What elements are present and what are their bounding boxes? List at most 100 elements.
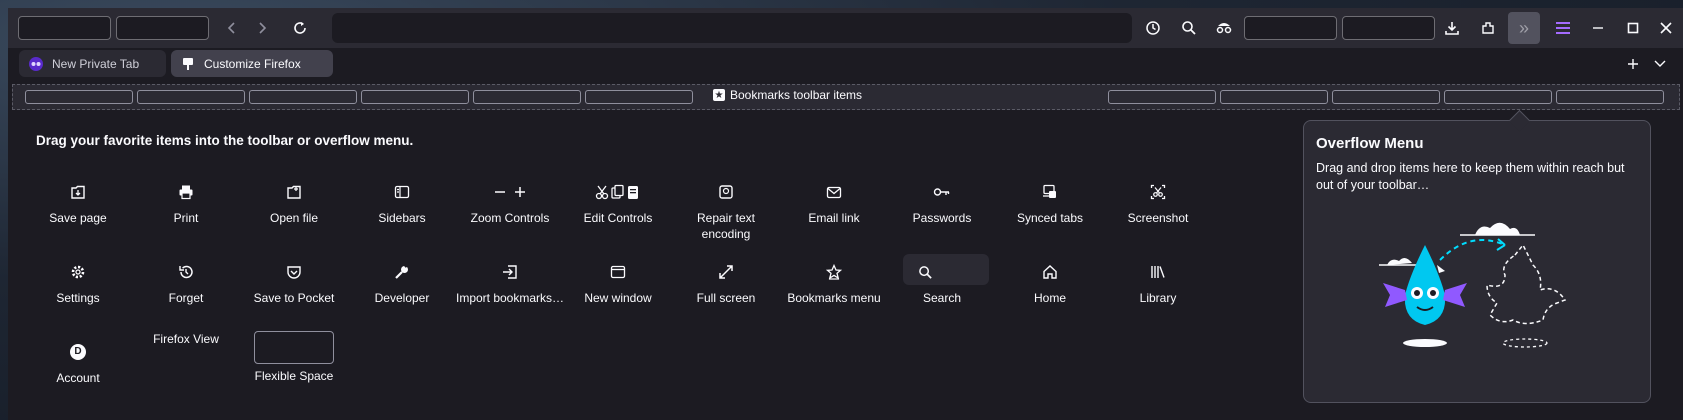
open-file-icon (239, 181, 349, 203)
item-label: Synced tabs (1016, 211, 1084, 225)
browser-window: » New Private Tab Customize Firefox ★ Bo… (0, 0, 1683, 420)
palette-item-library[interactable]: Library (1103, 261, 1213, 306)
palette-item-sidebars[interactable]: Sidebars (347, 181, 457, 226)
forward-icon[interactable] (250, 16, 274, 40)
palette-title: Drag your favorite items into the toolba… (36, 133, 414, 148)
item-label: Save page (49, 211, 107, 225)
palette-item-new-window[interactable]: New window (563, 261, 673, 306)
bookmark-placeholder[interactable] (25, 90, 133, 104)
maximize-icon[interactable] (1621, 16, 1645, 40)
palette-item-email-link[interactable]: Email link (779, 181, 889, 226)
palette-item-search[interactable]: Search (887, 261, 997, 306)
private-mask-icon (29, 56, 43, 71)
tab-new-private[interactable]: New Private Tab (19, 50, 166, 77)
bookmarks-toolbar-items[interactable]: ★ Bookmarks toolbar items (713, 88, 862, 102)
overflow-chevron-icon[interactable]: » (1508, 12, 1540, 44)
item-label: Edit Controls (583, 211, 653, 225)
toolbar-placeholder[interactable] (18, 16, 111, 40)
reload-icon[interactable] (288, 16, 312, 40)
new-tab-icon[interactable] (1621, 52, 1645, 76)
palette-item-forget[interactable]: Forget (131, 261, 241, 306)
toolbar-placeholder[interactable] (116, 16, 209, 40)
item-label: Firefox View (153, 332, 219, 346)
bookmark-placeholder[interactable] (361, 90, 469, 104)
item-label: Forget (168, 291, 204, 305)
bookmark-placeholder[interactable] (249, 90, 357, 104)
tab-strip: New Private Tab Customize Firefox (8, 48, 1683, 80)
zoom-icon (455, 181, 565, 203)
bookmarks-menu-icon (779, 261, 889, 283)
item-label: Zoom Controls (470, 211, 550, 225)
extensions-icon[interactable] (1476, 16, 1500, 40)
palette-item-save-to-pocket[interactable]: Save to Pocket (239, 261, 349, 306)
palette-item-repair-text-encoding[interactable]: Repair text encoding (671, 181, 781, 242)
bookmark-placeholder[interactable] (585, 90, 693, 104)
palette-item-firefox-view[interactable]: Firefox View (131, 331, 241, 347)
palette-item-zoom-controls[interactable]: Zoom Controls (455, 181, 565, 226)
url-bar[interactable] (332, 13, 1132, 43)
item-label: Import bookmarks… (455, 291, 565, 305)
bookmarks-toolbar: ★ Bookmarks toolbar items (12, 84, 1680, 110)
toolbar-placeholder[interactable] (1342, 16, 1435, 40)
palette-item-save-page[interactable]: Save page (23, 181, 133, 226)
search-icon[interactable] (1177, 16, 1201, 40)
overflow-menu-title: Overflow Menu (1316, 135, 1424, 152)
item-label: Bookmarks menu (787, 291, 881, 305)
menu-icon[interactable] (1551, 16, 1575, 40)
item-label: Full screen (696, 291, 756, 305)
palette-item-edit-controls[interactable]: Edit Controls (563, 181, 673, 226)
downloads-icon[interactable] (1440, 16, 1464, 40)
bookmark-placeholder[interactable] (473, 90, 581, 104)
minimize-icon[interactable] (1586, 16, 1610, 40)
bookmark-placeholder[interactable] (137, 90, 245, 104)
import-icon (455, 261, 565, 283)
bookmark-placeholder[interactable] (1332, 90, 1440, 104)
item-label: Account (56, 371, 100, 385)
forget-icon (131, 261, 241, 283)
history-icon[interactable] (1141, 16, 1165, 40)
library-icon (1103, 261, 1213, 283)
close-icon[interactable] (1654, 16, 1678, 40)
account-icon: D (23, 341, 133, 363)
palette-item-synced-tabs[interactable]: Synced tabs (995, 181, 1105, 226)
tab-customize-firefox[interactable]: Customize Firefox (171, 50, 333, 77)
palette-item-bookmarks-menu[interactable]: Bookmarks menu (779, 261, 889, 306)
private-browsing-icon[interactable] (1212, 16, 1236, 40)
palette-item-print[interactable]: Print (131, 181, 241, 226)
email-icon (779, 181, 889, 203)
palette-item-import-bookmarks[interactable]: Import bookmarks… (455, 261, 565, 306)
item-label: Sidebars (378, 211, 426, 225)
palette-item-account[interactable]: D Account (23, 341, 133, 386)
text-encoding-icon (671, 181, 781, 203)
item-label: Flexible Space (254, 369, 334, 383)
bookmark-placeholder[interactable] (1220, 90, 1328, 104)
toolbar-placeholder[interactable] (1244, 16, 1337, 40)
palette-item-screenshot[interactable]: Screenshot (1103, 181, 1213, 226)
palette-item-flexible-space[interactable]: Flexible Space (239, 368, 349, 384)
palette-item-home[interactable]: Home (995, 261, 1105, 306)
key-icon (887, 181, 997, 203)
bookmark-placeholder[interactable] (1444, 90, 1552, 104)
palette-item-developer[interactable]: Developer (347, 261, 457, 306)
item-label: Repair text encoding (696, 211, 756, 241)
navigation-toolbar: » (8, 8, 1683, 48)
avatar: D (70, 344, 86, 360)
flexible-space-box[interactable] (254, 331, 334, 364)
edit-icon (563, 181, 673, 203)
list-all-tabs-icon[interactable] (1648, 52, 1672, 76)
item-label: Search (922, 291, 962, 305)
bookmark-placeholder[interactable] (1556, 90, 1664, 104)
palette-item-full-screen[interactable]: Full screen (671, 261, 781, 306)
tab-label: New Private Tab (52, 56, 140, 71)
wrench-icon (347, 261, 457, 283)
palette-item-settings[interactable]: Settings (23, 261, 133, 306)
palette-item-open-file[interactable]: Open file (239, 181, 349, 226)
fullscreen-icon (671, 261, 781, 283)
bookmark-placeholder[interactable] (1108, 90, 1216, 104)
bookmarks-toolbar-label: Bookmarks toolbar items (730, 88, 863, 102)
item-label: Library (1139, 291, 1177, 305)
back-icon[interactable] (220, 16, 244, 40)
item-label: Passwords (912, 211, 972, 225)
palette-item-passwords[interactable]: Passwords (887, 181, 997, 226)
search-icon (887, 261, 997, 283)
